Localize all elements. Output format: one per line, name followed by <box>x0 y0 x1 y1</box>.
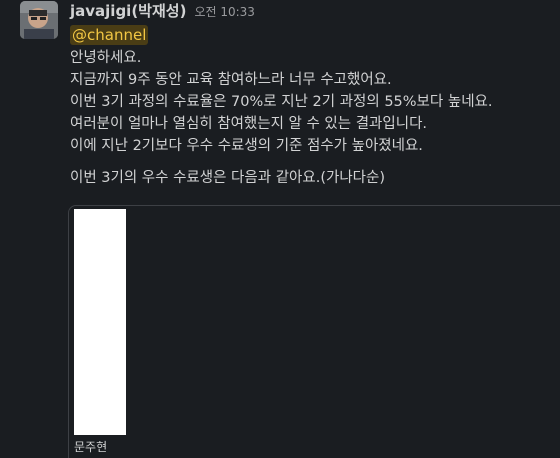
chat-message: javajigi(박재성) 오전 10:33 @channel 안녕하세요. 지… <box>0 0 560 458</box>
photo-caption: 문주현 <box>74 440 108 454</box>
sender-name[interactable]: javajigi(박재성) <box>70 0 186 21</box>
photo-card[interactable]: 문주현 <box>74 209 126 455</box>
image-attachment-frame: 문주현 <box>68 205 560 458</box>
message-body: 안녕하세요. 지금까지 9주 동안 교육 참여하느라 너무 수고했어요. 이번 … <box>70 47 560 189</box>
avatar[interactable] <box>20 1 58 39</box>
message-content: javajigi(박재성) 오전 10:33 @channel 안녕하세요. 지… <box>68 0 560 458</box>
avatar-image <box>20 1 58 39</box>
message-line: 안녕하세요. <box>70 50 142 66</box>
student-photo[interactable] <box>74 209 126 435</box>
message-line: 여러분이 얼마나 열심히 참여했는지 알 수 있는 결과입니다. <box>70 116 428 132</box>
channel-mention[interactable]: @channel <box>70 25 149 45</box>
message-line: 지금까지 9주 동안 교육 참여하느라 너무 수고했어요. <box>70 72 392 88</box>
message-timestamp[interactable]: 오전 10:33 <box>194 3 254 20</box>
message-line: 이에 지난 2기보다 우수 수료생의 기준 점수가 높아졌네요. <box>70 138 423 154</box>
message-header: javajigi(박재성) 오전 10:33 <box>70 0 560 22</box>
message-line: 이번 3기 과정의 수료율은 70%로 지난 2기 과정의 55%보다 높네요. <box>70 94 493 110</box>
message-line: 이번 3기의 우수 수료생은 다음과 같아요.(가나다순) <box>70 170 385 186</box>
